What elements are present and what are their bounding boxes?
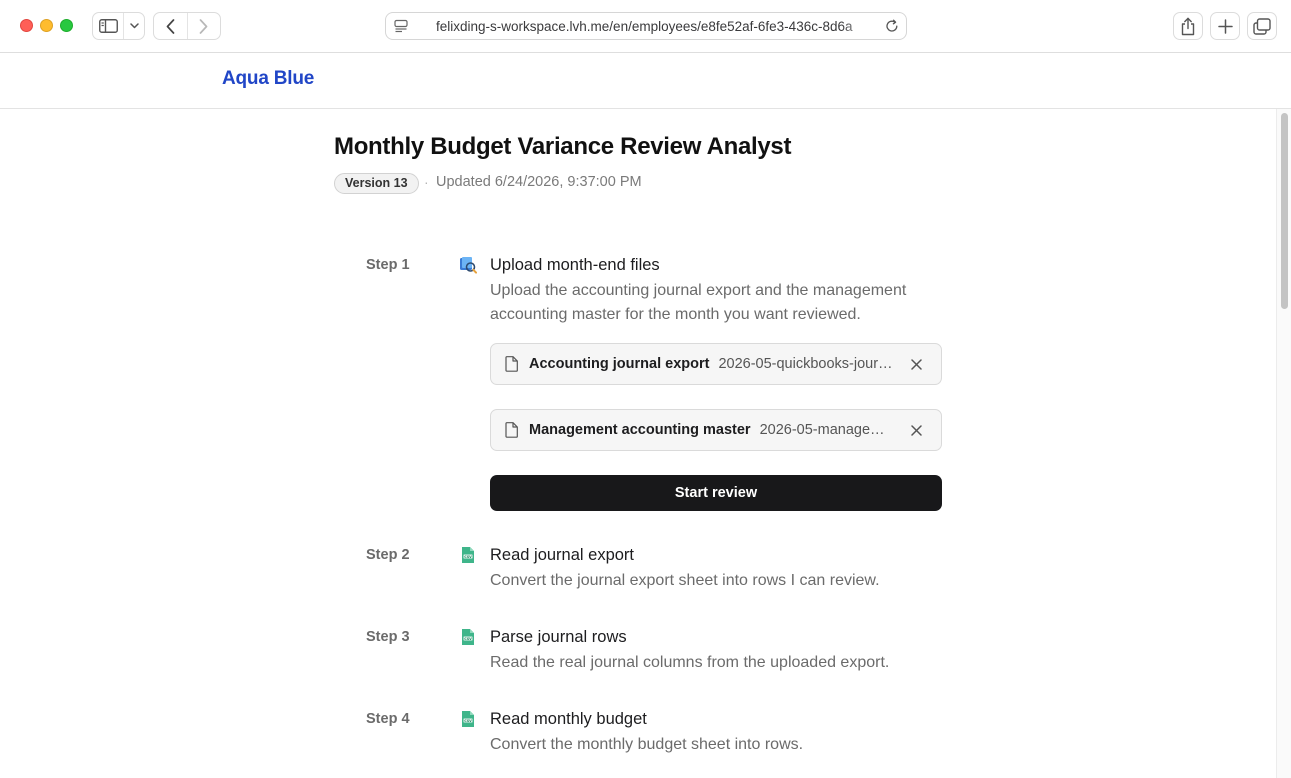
- chevron-down-icon: [129, 23, 139, 29]
- step-1-description: Upload the accounting journal export and…: [490, 282, 907, 323]
- share-icon: [1181, 17, 1195, 35]
- chevron-right-icon: [200, 18, 208, 34]
- step-3-title: Parse journal rows: [490, 628, 627, 646]
- close-window-button[interactable]: [20, 19, 33, 32]
- version-badge: Version 13: [334, 173, 419, 194]
- new-tab-button[interactable]: [1210, 12, 1240, 40]
- share-button[interactable]: [1173, 12, 1203, 40]
- address-bar[interactable]: felixding-s-workspace.lvh.me/en/employee…: [385, 12, 907, 40]
- reload-icon: [886, 19, 898, 32]
- scrollbar-thumb[interactable]: [1281, 113, 1288, 309]
- minimize-window-button[interactable]: [40, 19, 53, 32]
- browser-toolbar: felixding-s-workspace.lvh.me/en/employee…: [0, 0, 1291, 53]
- back-button[interactable]: [154, 13, 187, 39]
- upload-files-icon: [460, 257, 477, 274]
- chevron-left-icon: [166, 18, 175, 34]
- step-4-title: Read monthly budget: [490, 710, 647, 728]
- page-title: Monthly Budget Variance Review Analyst: [334, 133, 792, 160]
- scrollbar-track[interactable]: [1276, 109, 1291, 778]
- step-4-description: Convert the monthly budget sheet into ro…: [490, 736, 804, 753]
- step-2-description: Convert the journal export sheet into ro…: [490, 572, 880, 589]
- step-2-title: Read journal export: [490, 546, 635, 564]
- tab-overview-icon: [1253, 17, 1271, 35]
- svg-text:CSV: CSV: [464, 637, 472, 641]
- step-4-label: Step 4: [366, 711, 410, 727]
- file-row-accounting-journal: Accounting journal export 2026-05-quickb…: [490, 343, 942, 385]
- svg-text:CSV: CSV: [464, 719, 472, 723]
- remove-file-button[interactable]: [903, 417, 929, 443]
- reload-button[interactable]: [878, 19, 906, 33]
- tab-groups-menu-button[interactable]: [124, 13, 144, 39]
- document-icon: [503, 355, 519, 373]
- updated-timestamp: Updated 6/24/2026, 9:37:00 PM: [436, 174, 642, 190]
- start-review-button[interactable]: Start review: [490, 475, 942, 511]
- plus-icon: [1217, 18, 1233, 34]
- remove-file-button[interactable]: [903, 351, 929, 377]
- step-1-label: Step 1: [366, 257, 410, 273]
- sidebar-icon: [98, 19, 118, 33]
- csv-file-icon: CSV: [462, 711, 474, 727]
- svg-text:CSV: CSV: [464, 555, 472, 559]
- step-3-label: Step 3: [366, 629, 410, 645]
- forward-button[interactable]: [186, 13, 220, 39]
- page-settings-button[interactable]: [386, 19, 416, 33]
- url-text: felixding-s-workspace.lvh.me/en/employee…: [436, 18, 853, 34]
- close-icon: [910, 358, 922, 370]
- file-label: Accounting journal export: [529, 356, 710, 372]
- close-icon: [910, 424, 922, 436]
- sidebar-controls: [92, 12, 145, 40]
- csv-file-icon: CSV: [462, 547, 474, 563]
- csv-file-icon: CSV: [462, 629, 474, 645]
- step-1-title: Upload month-end files: [490, 256, 660, 274]
- meta-separator: ·: [424, 174, 429, 190]
- file-name: 2026-05-management: [759, 422, 893, 438]
- file-name: 2026-05-quickbooks-journal: [718, 356, 893, 372]
- page-settings-icon: [394, 19, 408, 33]
- step-2-label: Step 2: [366, 547, 410, 563]
- history-navigation: [153, 12, 221, 40]
- file-label: Management accounting master: [529, 422, 751, 438]
- zoom-window-button[interactable]: [60, 19, 73, 32]
- app-header: Aqua Blue: [0, 53, 1291, 109]
- tab-overview-button[interactable]: [1247, 12, 1277, 40]
- document-icon: [503, 421, 519, 439]
- file-row-management-master: Management accounting master 2026-05-man…: [490, 409, 942, 451]
- brand-logo[interactable]: Aqua Blue: [222, 68, 314, 90]
- sidebar-toggle-button[interactable]: [93, 13, 125, 39]
- step-3-description: Read the real journal columns from the u…: [490, 654, 890, 671]
